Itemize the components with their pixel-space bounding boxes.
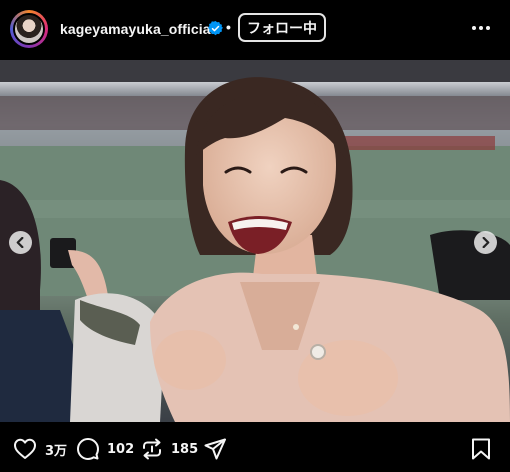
- woman-left-fist: [154, 330, 226, 390]
- avatar-story-ring[interactable]: [10, 10, 48, 48]
- repost-button[interactable]: 185: [141, 438, 198, 460]
- ring: [310, 344, 326, 360]
- heart-icon: [14, 438, 36, 459]
- like-count[interactable]: 3万: [45, 440, 67, 459]
- comment-icon: [77, 438, 99, 460]
- chevron-right-icon: [482, 237, 490, 248]
- following-button[interactable]: フォロー中: [238, 13, 326, 42]
- verified-badge-icon: [208, 21, 223, 36]
- comment-count[interactable]: 102: [107, 442, 134, 457]
- more-horizontal-icon[interactable]: [470, 20, 492, 36]
- spectator-right-hair: [430, 230, 510, 300]
- bookmark-icon: [472, 438, 490, 460]
- necklace-pendant: [293, 324, 299, 330]
- share-button[interactable]: [204, 438, 226, 460]
- send-icon: [204, 438, 226, 460]
- avatar[interactable]: [13, 13, 45, 45]
- comment-button[interactable]: 102: [77, 438, 134, 460]
- repost-icon: [143, 438, 161, 460]
- photo-illustration: [0, 60, 510, 422]
- like-button[interactable]: 3万: [13, 438, 67, 460]
- carousel-next-button[interactable]: [474, 231, 497, 254]
- username-link[interactable]: kageyamayuka_official: [60, 21, 215, 37]
- post-header: kageyamayuka_official • フォロー中: [0, 0, 510, 60]
- repost-count[interactable]: 185: [171, 442, 198, 457]
- save-button[interactable]: [471, 438, 491, 460]
- chevron-left-icon: [16, 237, 24, 248]
- carousel-prev-button[interactable]: [9, 231, 32, 254]
- action-bar: 3万 102 185: [0, 422, 510, 472]
- separator-dot: •: [226, 19, 231, 35]
- post-photo[interactable]: [0, 60, 510, 422]
- stand-banner: [345, 136, 495, 150]
